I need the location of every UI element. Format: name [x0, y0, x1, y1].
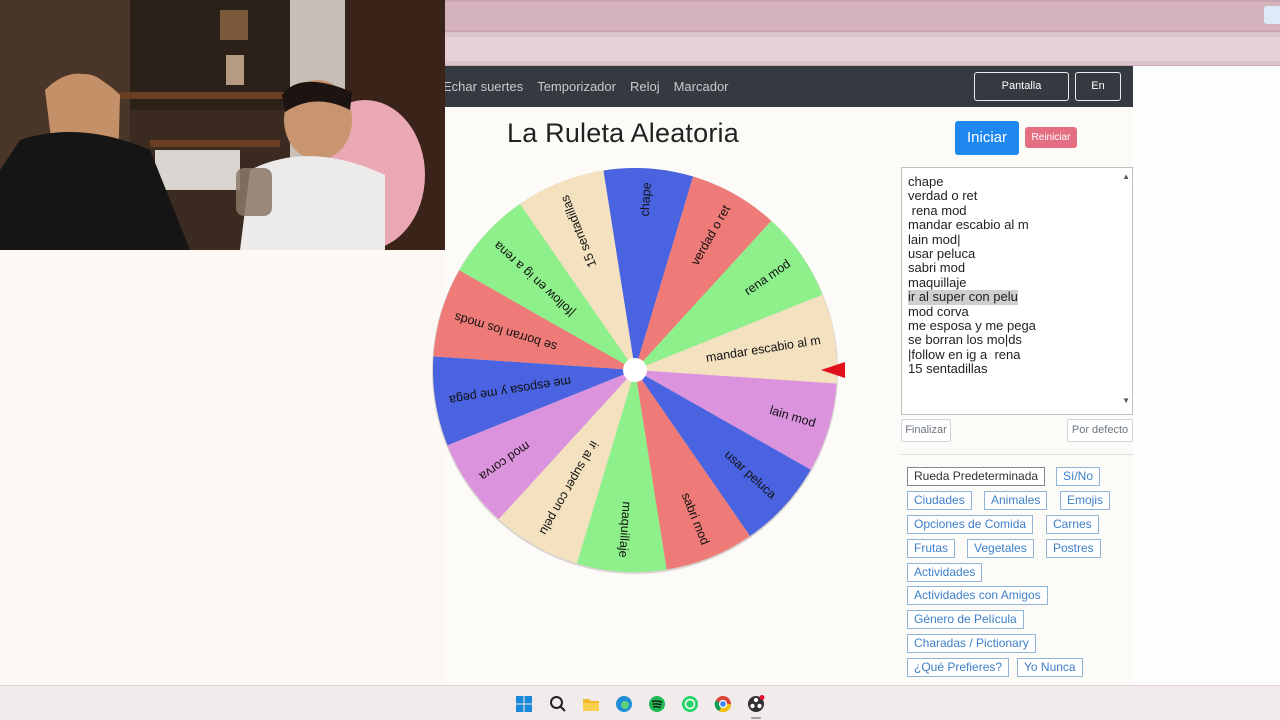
wheel-hub[interactable]	[623, 358, 647, 382]
preset-actividades-con-amigos[interactable]: Actividades con Amigos	[907, 586, 1048, 605]
nav-link-marcador[interactable]: Marcador	[674, 79, 729, 94]
preset-genero-de-pelicula[interactable]: Género de Película	[907, 610, 1024, 629]
fullscreen-button[interactable]: Pantalla completa	[974, 72, 1069, 119]
preset-emojis[interactable]: Emojis	[1060, 491, 1111, 510]
scroll-up-arrow-icon[interactable]: ▲	[1122, 170, 1130, 184]
site-navbar: Echar suertes Temporizador Reloj Marcado…	[443, 66, 1133, 119]
browser-corner-button[interactable]	[1264, 6, 1280, 24]
search-icon[interactable]	[549, 695, 567, 713]
preset-opciones-de-comida[interactable]: Opciones de Comida	[907, 515, 1034, 534]
preset-frutas[interactable]: Frutas	[907, 539, 956, 558]
scroll-down-arrow-icon[interactable]: ▼	[1122, 394, 1130, 408]
default-button[interactable]: Por defecto	[1067, 419, 1133, 442]
chrome-icon[interactable]	[714, 695, 732, 713]
preset-carnes[interactable]: Carnes	[1046, 515, 1099, 534]
roulette-wheel[interactable]: chape verdad o ret rena mod mandar escabio …	[432, 167, 845, 574]
preset-postres[interactable]: Postres	[1046, 539, 1101, 558]
entry-line: rena mod	[908, 202, 967, 218]
entry-line: |follow en ig a rena	[908, 346, 1021, 362]
nav-link-temporizador[interactable]: Temporizador	[537, 79, 616, 94]
entry-line: verdad o ret	[908, 188, 978, 204]
nav-link-echar-suertes[interactable]: Echar suertes	[443, 79, 523, 94]
entry-line: chape	[908, 174, 944, 189]
preset-actividades[interactable]: Actividades	[907, 563, 983, 582]
preset-ciudades[interactable]: Ciudades	[907, 491, 972, 510]
entry-line: mod corva	[908, 303, 969, 319]
page-margin	[1133, 66, 1280, 685]
webcam-video-frame	[0, 0, 445, 250]
preset-animales[interactable]: Animales	[984, 491, 1048, 510]
start-button[interactable]: Iniciar	[955, 121, 1019, 155]
entry-line: lain mod|	[908, 231, 961, 247]
edge-icon[interactable]	[615, 695, 633, 713]
page-title: La Ruleta Aleatoria	[507, 118, 739, 148]
preset-si-no[interactable]: Sí/No	[1056, 467, 1101, 486]
entries-textarea[interactable]: chape verdad o ret rena mod mandar escabio…	[901, 167, 1133, 415]
obs-icon[interactable]	[747, 695, 765, 713]
divider	[901, 454, 1133, 455]
active-app-indicator	[751, 717, 761, 719]
entry-line: ir al super con pelu	[908, 289, 1018, 305]
entry-line: maquillaje	[908, 274, 967, 290]
spotify-icon[interactable]	[648, 695, 666, 713]
entry-line: me esposa y me pega	[908, 318, 1036, 334]
entries-lines: chape verdad o ret rena mod mandar escabio…	[908, 174, 1126, 377]
nav-link-reloj[interactable]: Reloj	[630, 79, 660, 94]
address-input[interactable]	[445, 37, 1280, 61]
preset-que-prefieres[interactable]: ¿Qué Prefieres?	[907, 658, 1010, 677]
entry-line: mandar escabio al m	[908, 217, 1029, 233]
entry-line: usar peluca	[908, 246, 976, 262]
whatsapp-icon[interactable]	[681, 695, 699, 713]
windows-taskbar	[0, 685, 1280, 720]
preset-vegetales[interactable]: Vegetales	[967, 539, 1034, 558]
reset-button[interactable]: Reiniciar	[1025, 127, 1077, 148]
file-explorer-icon[interactable]	[582, 695, 600, 713]
preset-charadas-pictionary[interactable]: Charadas / Pictionary	[907, 634, 1036, 653]
browser-tab-strip[interactable]	[445, 2, 1280, 30]
entry-line: se borran los mo|ds	[908, 332, 1022, 348]
windows-start-icon[interactable]	[515, 695, 533, 713]
preset-yo-nunca[interactable]: Yo Nunca	[1017, 658, 1083, 677]
preset-rueda-predeterminada[interactable]: Rueda Predeterminada	[907, 467, 1046, 486]
finish-button[interactable]: Finalizar	[901, 419, 951, 442]
wheel-graphic[interactable]: chapeverdad o retrena modmandar escabio …	[432, 167, 845, 574]
live-button[interactable]: En vivo	[1075, 72, 1121, 119]
wheel-segment-label: chape	[638, 182, 654, 217]
entry-line: sabri mod	[908, 260, 966, 276]
entry-line: 15 sentadillas	[908, 361, 988, 377]
webcam-overlay	[0, 0, 445, 250]
nav-links: Echar suertes Temporizador Reloj Marcado…	[443, 79, 743, 94]
